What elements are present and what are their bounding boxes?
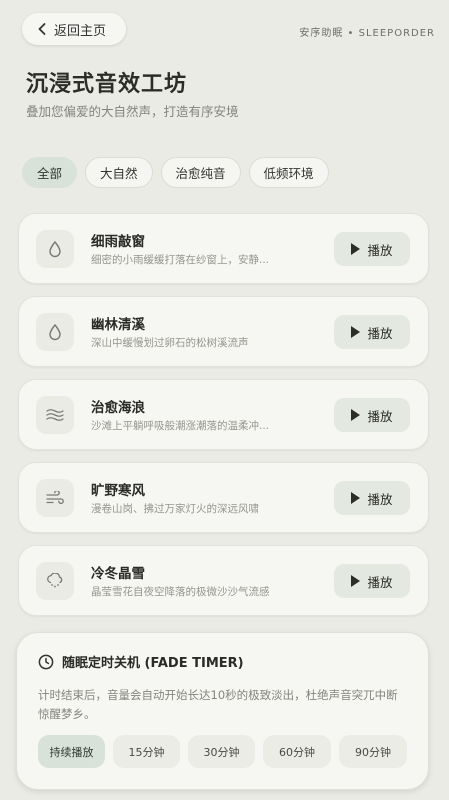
track-title: 旷野寒风 xyxy=(91,483,145,499)
snow-cloud-icon xyxy=(47,573,63,588)
play-label: 播放 xyxy=(367,242,393,258)
play-button[interactable]: 播放 xyxy=(334,564,410,598)
play-label: 播放 xyxy=(367,574,393,590)
play-button[interactable]: 播放 xyxy=(334,232,410,266)
track-desc: 沙滩上平躺呼吸般潮涨潮落的温柔冲... xyxy=(91,420,270,432)
page-title: 沉浸式音效工坊 xyxy=(26,72,188,97)
play-label: 播放 xyxy=(367,408,393,424)
track-title: 细雨敲窗 xyxy=(91,234,145,250)
back-home-button[interactable]: 返回主页 xyxy=(22,13,126,45)
play-button[interactable]: 播放 xyxy=(334,315,410,349)
play-button[interactable]: 播放 xyxy=(334,481,410,515)
top-bar: 返回主页 安序助眠 • SLEEPORDER xyxy=(22,13,435,45)
droplet-icon xyxy=(49,240,61,258)
timer-option-90[interactable]: 90分钟 xyxy=(339,735,407,768)
timer-header: 随眠定时关机 (FADE TIMER) xyxy=(38,652,244,671)
filter-chip-healing[interactable]: 治愈纯音 xyxy=(160,157,241,188)
track-desc: 晶莹雪花自夜空降落的极微沙沙气流感 xyxy=(91,586,270,598)
track-title: 幽林清溪 xyxy=(91,317,145,333)
chevron-left-icon xyxy=(38,23,46,35)
play-label: 播放 xyxy=(367,491,393,507)
timer-option-continuous[interactable]: 持续播放 xyxy=(38,735,105,768)
track-title: 治愈海浪 xyxy=(91,400,145,416)
fade-timer-panel: 随眠定时关机 (FADE TIMER) 计时结束后，音量会自动开始长达10秒的极… xyxy=(16,632,429,790)
track-card[interactable]: 治愈海浪 沙滩上平躺呼吸般潮涨潮落的温柔冲... 播放 xyxy=(18,379,429,450)
clock-icon xyxy=(38,654,54,669)
timer-options: 持续播放 15分钟 30分钟 60分钟 90分钟 xyxy=(38,735,407,768)
filter-chip-lowfreq[interactable]: 低频环境 xyxy=(248,157,329,188)
category-filters: 全部 大自然 治愈纯音 低频环境 xyxy=(22,157,329,188)
track-icon-box xyxy=(36,230,74,268)
page-subtitle: 叠加您偏爱的大自然声，打造有序安境 xyxy=(26,104,239,119)
play-icon xyxy=(351,243,361,255)
track-card[interactable]: 细雨敲窗 细密的小雨缓缓打落在纱窗上，安静... 播放 xyxy=(18,213,429,284)
wind-icon xyxy=(46,491,64,505)
filter-chip-nature[interactable]: 大自然 xyxy=(85,157,153,188)
track-icon-box xyxy=(36,313,74,351)
track-desc: 细密的小雨缓缓打落在纱窗上，安静... xyxy=(91,254,270,266)
track-icon-box xyxy=(36,479,74,517)
track-card[interactable]: 旷野寒风 漫卷山岗、拂过万家灯火的深远风啸 播放 xyxy=(18,462,429,533)
track-card[interactable]: 幽林清溪 深山中缓慢划过卵石的松树溪流声 播放 xyxy=(18,296,429,367)
play-icon xyxy=(351,575,361,587)
track-card[interactable]: 冷冬晶雪 晶莹雪花自夜空降落的极微沙沙气流感 播放 xyxy=(18,545,429,616)
waves-icon xyxy=(46,409,64,421)
track-desc: 深山中缓慢划过卵石的松树溪流声 xyxy=(91,337,249,349)
track-desc: 漫卷山岗、拂过万家灯火的深远风啸 xyxy=(91,503,259,515)
filter-chip-all[interactable]: 全部 xyxy=(22,157,78,188)
play-icon xyxy=(351,409,361,421)
timer-description: 计时结束后，音量会自动开始长达10秒的极致淡出，杜绝声音突兀中断惊醒梦乡。 xyxy=(38,688,398,721)
timer-option-15[interactable]: 15分钟 xyxy=(113,735,180,768)
droplet-icon xyxy=(49,323,61,341)
play-icon xyxy=(351,492,361,504)
brand-label: 安序助眠 • SLEEPORDER xyxy=(299,28,435,39)
timer-title: 随眠定时关机 (FADE TIMER) xyxy=(62,656,244,671)
timer-option-60[interactable]: 60分钟 xyxy=(263,735,331,768)
play-icon xyxy=(351,326,361,338)
back-home-label: 返回主页 xyxy=(54,23,107,39)
track-icon-box xyxy=(36,562,74,600)
play-button[interactable]: 播放 xyxy=(334,398,410,432)
timer-option-30[interactable]: 30分钟 xyxy=(188,735,255,768)
track-icon-box xyxy=(36,396,74,434)
play-label: 播放 xyxy=(367,325,393,341)
track-title: 冷冬晶雪 xyxy=(91,566,145,582)
